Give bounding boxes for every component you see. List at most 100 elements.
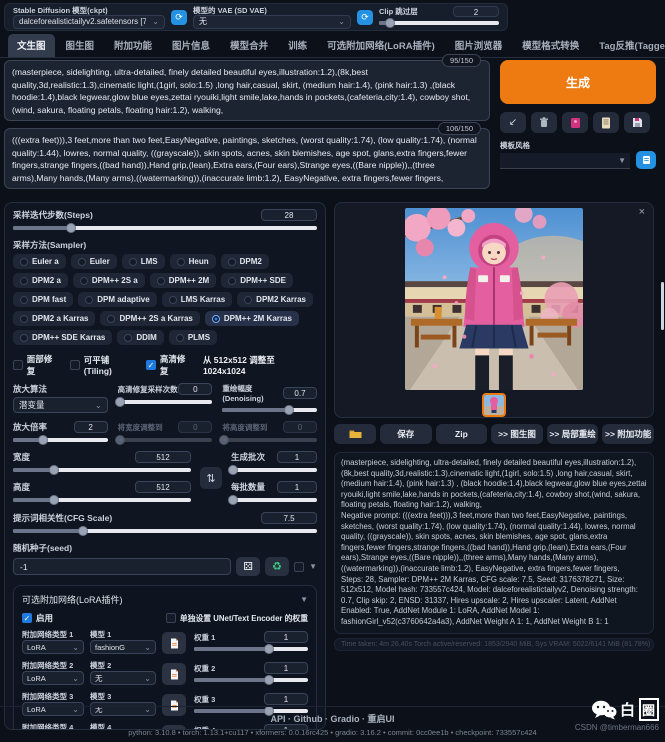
clip-skip-value[interactable]: 2 bbox=[453, 6, 499, 17]
sampler-option-label: DPM++ 2S a bbox=[92, 276, 138, 285]
tab-checkpoint-merger[interactable]: 模型合并 bbox=[221, 34, 277, 57]
cfg-scale-slider[interactable] bbox=[13, 526, 317, 536]
lora-metadata-button[interactable] bbox=[162, 663, 186, 685]
sampler-dpmpp-sde[interactable]: DPM++ SDE bbox=[221, 273, 293, 288]
sampler-dpm2[interactable]: DPM2 bbox=[221, 254, 269, 269]
height-value[interactable]: 512 bbox=[135, 481, 191, 493]
sampler-dpm-adaptive[interactable]: DPM adaptive bbox=[78, 292, 156, 307]
sampler-euler[interactable]: Euler bbox=[71, 254, 117, 269]
hires-steps-value[interactable]: 0 bbox=[178, 383, 212, 395]
sampler-dpmpp-2s-a-karras[interactable]: DPM++ 2S a Karras bbox=[100, 311, 199, 326]
steps-slider[interactable] bbox=[13, 223, 317, 233]
extra-seed-checkbox[interactable] bbox=[294, 562, 304, 572]
folder-icon bbox=[349, 429, 362, 439]
apply-selected-styles-button[interactable] bbox=[636, 151, 656, 169]
upscale-by-value[interactable]: 2 bbox=[74, 421, 108, 433]
generate-button[interactable]: 生成 bbox=[500, 60, 656, 104]
footer: API · Github · Gradio · 重启UI python: 3.1… bbox=[0, 706, 665, 742]
collapse-icon[interactable]: ▼ bbox=[300, 595, 308, 604]
lora-weight-value[interactable]: 1 bbox=[264, 662, 308, 674]
clip-skip-slider[interactable] bbox=[379, 18, 499, 28]
paste-params-button[interactable]: ↙ bbox=[500, 112, 526, 133]
sampler-euler-a[interactable]: Euler a bbox=[13, 254, 66, 269]
vae-dropdown[interactable]: 无 ⌄ bbox=[193, 15, 351, 29]
page-scrollbar[interactable] bbox=[661, 282, 664, 330]
height-slider[interactable] bbox=[13, 495, 191, 505]
lora-model-dropdown[interactable]: 无⌄ bbox=[90, 671, 156, 685]
sampler-dpmpp-2s-a[interactable]: DPM++ 2S a bbox=[73, 273, 145, 288]
upscale-by-slider[interactable] bbox=[13, 435, 108, 445]
width-value[interactable]: 512 bbox=[135, 451, 191, 463]
tab-train[interactable]: 训练 bbox=[279, 34, 316, 57]
apply-style-button[interactable] bbox=[593, 112, 619, 133]
sampler-dpm2-a[interactable]: DPM2 a bbox=[13, 273, 68, 288]
denoising-value[interactable]: 0.7 bbox=[283, 387, 317, 399]
seed-input[interactable]: -1 bbox=[13, 558, 231, 575]
styles-dropdown[interactable]: ▼ bbox=[500, 153, 630, 169]
swap-dimensions-button[interactable]: ⇅ bbox=[200, 467, 222, 489]
steps-value[interactable]: 28 bbox=[261, 209, 317, 221]
tab-png-info[interactable]: 图片信息 bbox=[163, 34, 219, 57]
width-slider[interactable] bbox=[13, 465, 191, 475]
upscaler-dropdown[interactable]: 潜变量⌄ bbox=[13, 397, 108, 413]
generated-image[interactable] bbox=[405, 208, 583, 390]
sampler-dpm-fast[interactable]: DPM fast bbox=[13, 292, 73, 307]
tab-additional-networks[interactable]: 可选附加网络(LoRA插件) bbox=[318, 34, 444, 57]
tab-model-converter[interactable]: 模型格式转换 bbox=[513, 34, 588, 57]
reuse-seed-button[interactable]: ♻ bbox=[265, 557, 289, 576]
sampler-dpmpp-2m[interactable]: DPM++ 2M bbox=[150, 273, 216, 288]
lora-weight-value[interactable]: 1 bbox=[264, 631, 308, 643]
hires-steps-slider[interactable] bbox=[118, 397, 213, 407]
lora-weight-slider[interactable] bbox=[194, 675, 308, 685]
open-folder-button[interactable] bbox=[334, 424, 376, 444]
sampler-dpm2-karras[interactable]: DPM2 Karras bbox=[237, 292, 313, 307]
ckpt-dropdown[interactable]: dalceforealistictailyv2.safetensors [733… bbox=[13, 15, 165, 29]
tab-img2img[interactable]: 图生图 bbox=[57, 34, 104, 57]
tab-txt2img[interactable]: 文生图 bbox=[8, 34, 55, 57]
prompt-input[interactable]: (masterpiece, sidelighting, ultra-detail… bbox=[12, 66, 482, 116]
lora-weight-slider[interactable] bbox=[194, 644, 308, 654]
extra-networks-button[interactable] bbox=[562, 112, 588, 133]
send-to-inpaint-button[interactable]: >> 局部重绘 bbox=[547, 424, 599, 444]
denoising-slider[interactable] bbox=[222, 405, 317, 415]
ckpt-refresh-button[interactable]: ⟳ bbox=[171, 10, 187, 25]
sampler-dpmpp-2m-karras[interactable]: DPM++ 2M Karras bbox=[205, 311, 299, 326]
hires-fix-checkbox[interactable]: ✓高清修复 bbox=[146, 353, 193, 377]
batch-count-value[interactable]: 1 bbox=[277, 451, 317, 463]
batch-count-slider[interactable] bbox=[231, 465, 317, 475]
sampler-ddim[interactable]: DDIM bbox=[117, 330, 163, 345]
batch-size-value[interactable]: 1 bbox=[277, 481, 317, 493]
save-button[interactable]: 保存 bbox=[380, 424, 432, 444]
tab-tagger[interactable]: Tag反推(Tagger) bbox=[590, 34, 665, 57]
zip-button[interactable]: Zip bbox=[436, 424, 488, 444]
lora-model-dropdown[interactable]: fashionG⌄ bbox=[90, 640, 156, 654]
lora-weight-value[interactable]: 1 bbox=[264, 693, 308, 705]
batch-size-slider[interactable] bbox=[231, 495, 317, 505]
lora-type-dropdown[interactable]: LoRA⌄ bbox=[22, 640, 84, 654]
lora-enable-checkbox[interactable]: ✓启用 bbox=[22, 612, 53, 624]
random-seed-button[interactable]: ⚄ bbox=[236, 557, 260, 576]
sampler-dpmpp-sde-karras[interactable]: DPM++ SDE Karras bbox=[13, 330, 112, 345]
send-to-img2img-button[interactable]: >> 图生图 bbox=[491, 424, 543, 444]
close-icon[interactable]: × bbox=[639, 206, 645, 218]
negative-prompt-input[interactable]: (((extra feet))),3 feet,more than two fe… bbox=[12, 134, 482, 184]
tiling-checkbox[interactable]: 可平铺(Tiling) bbox=[70, 354, 136, 376]
send-to-extras-button[interactable]: >> 附加功能 bbox=[602, 424, 654, 444]
sampler-plms[interactable]: PLMS bbox=[169, 330, 217, 345]
sampler-dpm2-a-karras[interactable]: DPM2 a Karras bbox=[13, 311, 95, 326]
generation-time-text: Time taken: 4m 26.40s Torch active/reser… bbox=[334, 638, 654, 651]
footer-links[interactable]: API · Github · Gradio · 重启UI bbox=[0, 712, 665, 725]
lora-type-dropdown[interactable]: LoRA⌄ bbox=[22, 671, 84, 685]
vae-refresh-button[interactable]: ⟳ bbox=[357, 10, 373, 25]
sampler-lms-karras[interactable]: LMS Karras bbox=[162, 292, 232, 307]
separate-weights-checkbox[interactable]: 单独设置 UNet/Text Encoder 的权重 bbox=[166, 613, 308, 624]
save-style-button[interactable] bbox=[624, 112, 650, 133]
restore-faces-checkbox[interactable]: 面部修复 bbox=[13, 353, 60, 377]
sampler-heun[interactable]: Heun bbox=[170, 254, 216, 269]
sampler-lms[interactable]: LMS bbox=[122, 254, 165, 269]
gallery-thumbnail[interactable] bbox=[482, 393, 506, 417]
clear-prompt-button[interactable] bbox=[531, 112, 557, 133]
cfg-scale-value[interactable]: 7.5 bbox=[261, 512, 317, 524]
tab-extras[interactable]: 附加功能 bbox=[105, 34, 161, 57]
lora-metadata-button[interactable] bbox=[162, 632, 186, 654]
